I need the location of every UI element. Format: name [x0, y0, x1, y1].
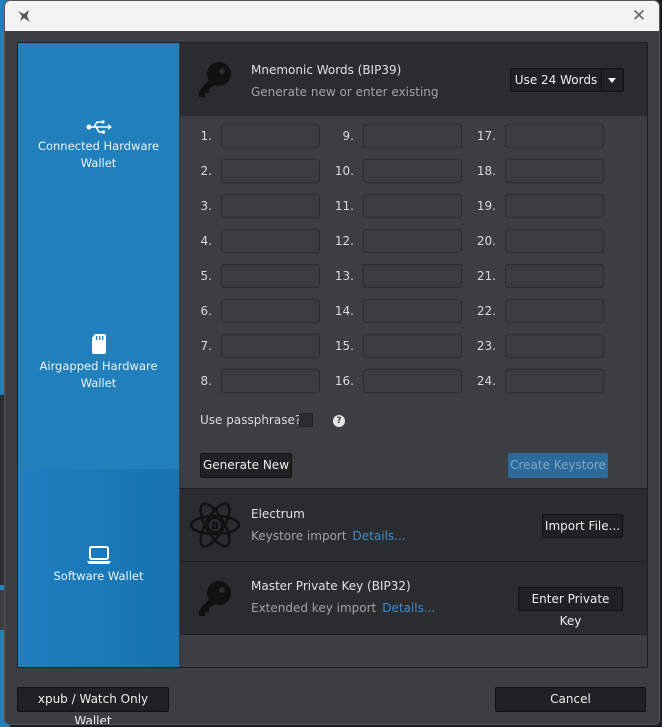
word-number-label: 19.	[476, 199, 496, 213]
master-key-subtitle: Extended key import Details...	[251, 601, 435, 615]
word-input-18[interactable]	[505, 159, 604, 183]
chevron-down-icon[interactable]	[608, 78, 616, 83]
word-input-5[interactable]	[221, 264, 320, 288]
word-input-24[interactable]	[505, 369, 604, 393]
word-input-15[interactable]	[363, 334, 462, 358]
electrum-subtitle-text: Keystore import	[251, 529, 347, 543]
master-key-title: Master Private Key (BIP32)	[251, 579, 411, 593]
word-number-label: 24.	[476, 374, 496, 388]
import-file-button[interactable]: Import File...	[542, 514, 623, 538]
help-icon[interactable]: ?	[333, 415, 345, 427]
cancel-button[interactable]: Cancel	[495, 687, 646, 712]
passphrase-label: Use passphrase?	[200, 413, 302, 427]
svg-text:B: B	[211, 521, 219, 532]
word-number-label: 17.	[476, 129, 496, 143]
key-icon	[199, 62, 231, 97]
usb-icon	[86, 120, 112, 134]
master-key-section: Master Private Key (BIP32) Extended key …	[180, 562, 647, 635]
sparrow-app-icon	[18, 10, 30, 22]
sidebar-item-label: Software Wallet	[53, 569, 144, 583]
electrum-details-link[interactable]: Details...	[353, 529, 406, 543]
word-number-label: 11.	[334, 199, 354, 213]
word-number-label: 23.	[476, 339, 496, 353]
word-input-14[interactable]	[363, 299, 462, 323]
enter-private-key-button[interactable]: Enter Private Key	[518, 587, 623, 628]
word-number-label: 3.	[200, 199, 212, 213]
word-number-label: 5.	[200, 269, 212, 283]
word-input-20[interactable]	[505, 229, 604, 253]
word-number-label: 4.	[200, 234, 212, 248]
word-input-21[interactable]	[505, 264, 604, 288]
new-wallet-dialog: ✕ Connected Hardware Wallet Airgapped Ha…	[4, 0, 660, 725]
close-button[interactable]: ✕	[629, 6, 649, 26]
word-number-label: 22.	[476, 304, 496, 318]
word-number-label: 16.	[334, 374, 354, 388]
word-number-label: 14.	[334, 304, 354, 318]
titlebar: ✕	[5, 1, 659, 31]
word-number-label: 12.	[334, 234, 354, 248]
word-number-label: 15.	[334, 339, 354, 353]
mnemonic-title: Mnemonic Words (BIP39)	[251, 63, 402, 77]
word-number-label: 7.	[200, 339, 212, 353]
mnemonic-word-grid: Use passphrase? ? Generate New Create Ke…	[180, 116, 647, 489]
electrum-atom-icon: B	[189, 502, 241, 548]
word-input-23[interactable]	[505, 334, 604, 358]
word-count-dropdown[interactable]: Use 24 Words	[510, 68, 624, 92]
sd-card-icon	[91, 334, 106, 354]
word-number-label: 8.	[200, 374, 212, 388]
keystore-options: Mnemonic Words (BIP39) Generate new or e…	[180, 43, 647, 667]
sidebar-item-software-wallet[interactable]: Software Wallet	[18, 469, 179, 667]
mnemonic-section-header: Mnemonic Words (BIP39) Generate new or e…	[180, 43, 647, 117]
word-number-label: 10.	[334, 164, 354, 178]
mnemonic-subtitle: Generate new or enter existing	[251, 85, 439, 99]
word-number-label: 20.	[476, 234, 496, 248]
word-input-13[interactable]	[363, 264, 462, 288]
dialog-content: Connected Hardware Wallet Airgapped Hard…	[17, 42, 648, 668]
master-key-details-link[interactable]: Details...	[382, 601, 435, 615]
word-input-19[interactable]	[505, 194, 604, 218]
word-number-label: 18.	[476, 164, 496, 178]
word-input-7[interactable]	[221, 334, 320, 358]
electrum-section: B Electrum Keystore import Details... Imp…	[180, 489, 647, 562]
word-input-1[interactable]	[221, 124, 320, 148]
electrum-title: Electrum	[251, 507, 305, 521]
word-number-label: 13.	[334, 269, 354, 283]
word-input-8[interactable]	[221, 369, 320, 393]
word-number-label: 21.	[476, 269, 496, 283]
sidebar-item-connected-hardware[interactable]: Connected Hardware Wallet	[18, 119, 179, 172]
word-number-label: 9.	[342, 129, 354, 143]
word-input-16[interactable]	[363, 369, 462, 393]
word-input-3[interactable]	[221, 194, 320, 218]
word-input-17[interactable]	[505, 124, 604, 148]
sidebar-item-label: Wallet	[80, 376, 117, 390]
word-number-label: 1.	[200, 129, 212, 143]
sidebar-item-label: Connected Hardware	[37, 139, 160, 153]
word-input-22[interactable]	[505, 299, 604, 323]
word-number-label: 2.	[200, 164, 212, 178]
word-input-12[interactable]	[363, 229, 462, 253]
word-input-4[interactable]	[221, 229, 320, 253]
word-input-6[interactable]	[221, 299, 320, 323]
passphrase-checkbox[interactable]	[299, 413, 313, 427]
sidebar-item-label: Airgapped Hardware	[39, 359, 158, 373]
xpub-watch-only-button[interactable]: xpub / Watch Only Wallet	[17, 687, 169, 724]
word-input-10[interactable]	[363, 159, 462, 183]
word-input-2[interactable]	[221, 159, 320, 183]
create-keystore-button[interactable]: Create Keystore	[508, 453, 608, 478]
sidebar-item-label: Wallet	[80, 156, 117, 170]
word-input-9[interactable]	[363, 124, 462, 148]
word-input-11[interactable]	[363, 194, 462, 218]
electrum-subtitle: Keystore import Details...	[251, 529, 406, 543]
generate-new-button[interactable]: Generate New	[200, 453, 292, 478]
master-key-subtitle-text: Extended key import	[251, 601, 377, 615]
sidebar-item-airgapped-hardware[interactable]: Airgapped Hardware Wallet	[18, 333, 179, 392]
word-count-value: Use 24 Words	[511, 69, 602, 91]
wallet-type-sidebar: Connected Hardware Wallet Airgapped Hard…	[18, 43, 179, 667]
word-number-label: 6.	[200, 304, 212, 318]
key-icon	[199, 581, 231, 616]
laptop-icon	[86, 546, 111, 564]
